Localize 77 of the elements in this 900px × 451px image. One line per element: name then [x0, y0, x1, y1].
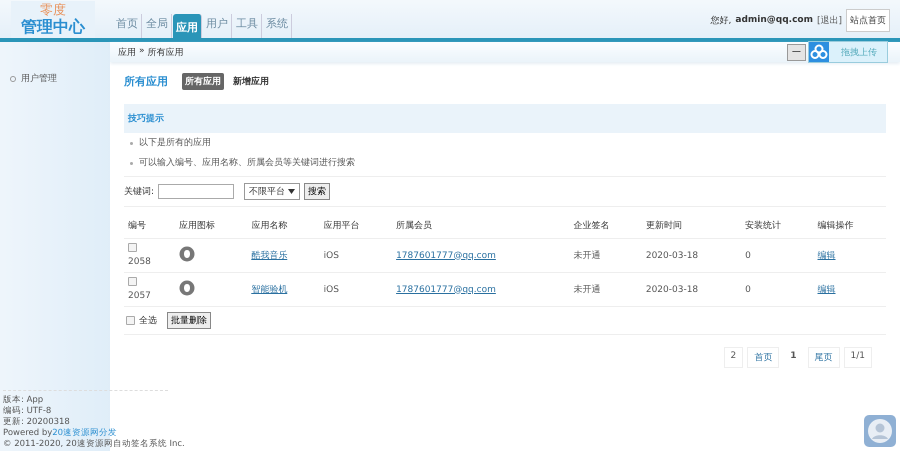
column-header: 所属会员	[392, 213, 570, 238]
account-name: admin@qq.com	[735, 15, 813, 25]
footer-text: 更新: 20200318	[3, 417, 71, 428]
column-header: 应用平台	[320, 213, 392, 238]
page-item[interactable]: 首页	[747, 347, 780, 368]
installs-cell: 0	[741, 238, 814, 272]
app-name-link[interactable]: 智能验机	[251, 285, 288, 295]
breadcrumb-item: »	[139, 46, 145, 58]
nav-tab[interactable]: 用户	[203, 14, 232, 38]
id-cell: 2058	[128, 257, 151, 267]
tip-text: 以下是所有的应用	[139, 138, 211, 148]
column-header: 更新时间	[642, 213, 742, 238]
edit-link[interactable]: 编辑	[818, 251, 836, 261]
caret-icon	[288, 189, 296, 194]
copyright-text: © 2011-2020, 20速资源网自动签名系统 Inc.	[3, 439, 186, 450]
nav-tab[interactable]: 系统	[263, 14, 292, 38]
tips-header: 技巧提示	[124, 104, 886, 133]
platform-cell: iOS	[320, 272, 392, 306]
sub-tab[interactable]: 新增应用	[230, 72, 272, 90]
nav-tab[interactable]: 工具	[233, 14, 262, 38]
tip-text: 可以输入编号、应用名称、所属会员等关键词进行搜索	[139, 158, 355, 168]
logo-top-text: 零度	[40, 2, 66, 18]
logo-bottom-text: 管理中心	[21, 18, 85, 36]
nav-tab[interactable]: 全局	[143, 14, 172, 38]
installs-cell: 0	[741, 272, 814, 306]
member-link[interactable]: 1787601777@qq.com	[396, 284, 496, 294]
signing-cell: 未开通	[569, 272, 642, 306]
cloud-icon	[809, 42, 829, 62]
app-name-link[interactable]: 酷我音乐	[251, 251, 288, 261]
site-home-button[interactable]: 站点首页	[846, 8, 890, 32]
powered-text: Powered by	[3, 428, 52, 438]
column-header: 应用名称	[247, 213, 320, 238]
search-button[interactable]: 搜索	[304, 183, 330, 200]
bullet-icon	[130, 162, 133, 164]
platform-select[interactable]: 不限平台	[244, 183, 300, 200]
page-item: 1	[789, 350, 798, 363]
action-button[interactable]: 一	[787, 44, 806, 60]
circle-icon	[10, 76, 16, 82]
row-checkbox[interactable]	[128, 243, 137, 252]
column-header: 编辑操作	[814, 213, 886, 238]
sidebar-item[interactable]: 用户管理	[21, 72, 57, 85]
column-header: 安装统计	[741, 213, 814, 238]
breadcrumb-item: 应用	[118, 46, 136, 58]
nav-tab[interactable]: 应用	[173, 14, 202, 38]
select-all-label: 全选	[139, 314, 157, 327]
footer-text: 版本: App	[3, 395, 44, 406]
app-icon	[178, 280, 195, 296]
page-item: 1/1	[844, 347, 872, 368]
page-title: 所有应用	[124, 74, 168, 88]
powered-link[interactable]: 20速资源网分发	[52, 428, 118, 438]
page-item[interactable]: 尾页	[808, 347, 840, 368]
platform-cell: iOS	[320, 238, 392, 272]
sub-tab[interactable]: 所有应用	[182, 72, 224, 90]
greeting-text: 您好,	[710, 14, 732, 26]
bullet-icon	[130, 142, 133, 144]
time-cell: 2020-03-18	[642, 272, 742, 306]
breadcrumb-item: 所有应用	[148, 46, 184, 58]
keyword-field[interactable]	[158, 184, 234, 199]
edit-link[interactable]: 编辑	[818, 285, 836, 295]
signing-cell: 未开通	[569, 238, 642, 272]
logout-link[interactable]: [退出]	[816, 14, 842, 26]
nav-tab[interactable]: 首页	[113, 14, 142, 38]
member-link[interactable]: 1787601777@qq.com	[396, 250, 496, 260]
bulk-delete-button[interactable]: 批量删除	[167, 312, 211, 329]
column-header: 企业签名	[569, 213, 642, 238]
id-cell: 2057	[128, 291, 151, 301]
footer-text: 编码: UTF-8	[3, 406, 52, 417]
person-icon	[868, 419, 892, 443]
avatar-button[interactable]	[864, 415, 896, 447]
page-item: 2	[724, 347, 744, 368]
row-checkbox[interactable]	[128, 277, 137, 286]
column-header: 应用图标	[174, 213, 248, 238]
column-header: 编号	[124, 213, 175, 238]
time-cell: 2020-03-18	[642, 238, 742, 272]
app-icon	[178, 246, 195, 262]
keyword-label: 关键词:	[124, 186, 154, 198]
select-all-checkbox[interactable]	[126, 316, 135, 325]
